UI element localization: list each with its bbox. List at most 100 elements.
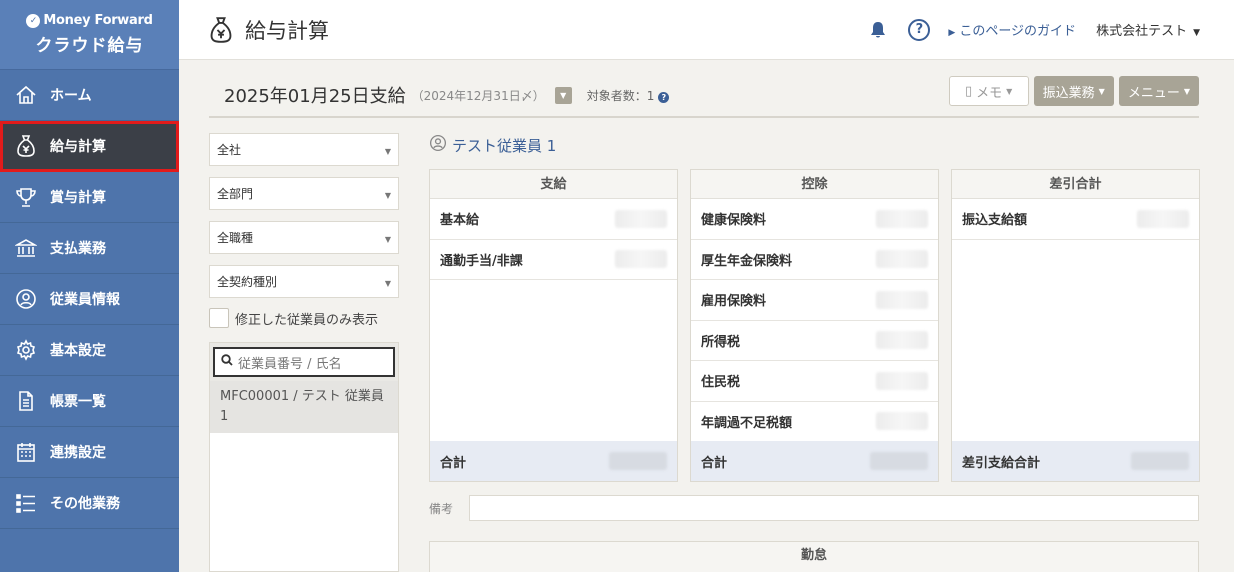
list-icon bbox=[14, 491, 38, 515]
person-icon bbox=[429, 134, 447, 156]
bell-icon[interactable] bbox=[868, 20, 888, 40]
company-select[interactable]: 全社 ▼ bbox=[209, 133, 399, 166]
payment-column: 支給 基本給 通勤手当/非課 合計 bbox=[429, 169, 678, 482]
payment-row[interactable]: 基本給 bbox=[430, 199, 677, 240]
redacted-value bbox=[870, 452, 928, 470]
employee-list-panel: 従業員番号 / 氏名 MFC00001 / テスト 従業員 1 bbox=[209, 342, 399, 572]
redacted-value bbox=[876, 371, 928, 390]
deduction-row[interactable]: 住民税 bbox=[691, 361, 938, 402]
period-dropdown-button[interactable]: ▼ bbox=[554, 86, 572, 104]
redacted-value bbox=[876, 290, 928, 309]
company-menu[interactable]: 株式会社テスト ▼ bbox=[1096, 20, 1200, 39]
job-type-select[interactable]: 全職種 ▼ bbox=[209, 221, 399, 254]
help-icon[interactable]: ? bbox=[908, 18, 931, 41]
net-header: 差引合計 bbox=[952, 170, 1199, 199]
sidebar-item-employees[interactable]: 従業員情報 bbox=[0, 274, 179, 325]
payment-total-row: 合計 bbox=[430, 441, 677, 481]
sidebar-item-label: 給与計算 bbox=[50, 139, 106, 155]
money-forward-logo-icon: ✓ bbox=[26, 13, 41, 28]
sidebar-item-bonus[interactable]: 賞与計算 bbox=[0, 172, 179, 223]
filter-panel: 全社 ▼ 全部門 ▼ 全職種 ▼ 全契約種別 ▼ 修正した従業員のみ表示 従業員番号 /… bbox=[209, 133, 399, 572]
remarks-label: 備考 bbox=[429, 501, 454, 516]
sidebar: ✓ Money Forward クラウド給与 ホーム 給与計算 賞与計算 支払業務… bbox=[0, 0, 179, 572]
caret-down-icon: ▼ bbox=[1193, 28, 1200, 38]
remarks-field: 備考 bbox=[429, 495, 1199, 521]
contract-type-select[interactable]: 全契約種別 ▼ bbox=[209, 265, 399, 298]
employee-name-link[interactable]: テスト従業員 1 bbox=[429, 133, 1199, 157]
sidebar-item-label: 支払業務 bbox=[50, 241, 106, 257]
sidebar-item-label: 帳票一覧 bbox=[50, 394, 106, 410]
person-icon bbox=[14, 287, 38, 311]
caret-down-icon: ▼ bbox=[1006, 86, 1013, 96]
modified-only-filter[interactable]: 修正した従業員のみ表示 bbox=[209, 305, 399, 331]
deduction-row[interactable]: 所得税 bbox=[691, 321, 938, 361]
brand-company: Money Forward bbox=[43, 13, 153, 28]
caret-down-icon: ▼ bbox=[1098, 86, 1105, 96]
sidebar-item-integration[interactable]: 連携設定 bbox=[0, 427, 179, 478]
search-icon bbox=[221, 354, 233, 370]
brand-product: クラウド給与 bbox=[35, 36, 144, 56]
payment-header: 支給 bbox=[430, 170, 677, 199]
employee-list-item[interactable]: MFC00001 / テスト 従業員 1 bbox=[210, 381, 398, 433]
sidebar-item-payroll[interactable]: 給与計算 bbox=[0, 121, 179, 172]
caret-down-icon: ▼ bbox=[1183, 86, 1190, 96]
caret-down-icon: ▼ bbox=[384, 279, 391, 288]
payroll-subheader: 2025年01月25日支給 （2024年12月31日〆） ▼ 対象者数：1? ▯… bbox=[209, 74, 1199, 118]
sidebar-item-settings[interactable]: 基本設定 bbox=[0, 325, 179, 376]
memo-button[interactable]: ▯ メモ ▼ bbox=[948, 76, 1029, 106]
sidebar-item-label: 連携設定 bbox=[50, 445, 106, 461]
department-select[interactable]: 全部門 ▼ bbox=[209, 177, 399, 210]
deduction-row[interactable]: 厚生年金保険料 bbox=[691, 240, 938, 280]
caret-down-icon: ▼ bbox=[384, 235, 391, 244]
triangle-right-icon: ▶ bbox=[948, 28, 956, 38]
redacted-value bbox=[615, 209, 667, 228]
employee-search-input[interactable]: 従業員番号 / 氏名 bbox=[213, 347, 395, 377]
net-column: 差引合計 振込支給額 差引支給合計 bbox=[951, 169, 1200, 482]
redacted-value bbox=[609, 452, 667, 470]
trophy-icon bbox=[14, 185, 38, 209]
sidebar-item-home[interactable]: ホーム bbox=[0, 70, 179, 121]
redacted-value bbox=[876, 209, 928, 228]
redacted-value bbox=[876, 331, 928, 350]
sidebar-item-label: 従業員情報 bbox=[50, 292, 120, 308]
payment-row[interactable]: 通勤手当/非課 bbox=[430, 240, 677, 280]
redacted-value bbox=[615, 250, 667, 269]
net-row[interactable]: 振込支給額 bbox=[952, 199, 1199, 240]
deduction-row[interactable]: 健康保険料 bbox=[691, 199, 938, 240]
pay-date: 2025年01月25日支給 bbox=[224, 86, 406, 107]
money-bag-icon bbox=[207, 15, 235, 45]
top-header: 給与計算 ? ▶ このページのガイド 株式会社テスト ▼ bbox=[179, 0, 1234, 60]
deduction-total-row: 合計 bbox=[691, 441, 938, 481]
home-icon bbox=[14, 83, 38, 107]
deduction-row[interactable]: 雇用保険料 bbox=[691, 280, 938, 321]
page-guide-link[interactable]: ▶ このページのガイド bbox=[948, 20, 1076, 39]
modified-only-checkbox[interactable] bbox=[209, 308, 229, 328]
sidebar-item-label: ホーム bbox=[50, 88, 92, 104]
net-total-row: 差引支給合計 bbox=[952, 441, 1199, 481]
page-title: 給与計算 bbox=[245, 18, 329, 43]
cutoff-date: （2024年12月31日〆） bbox=[411, 88, 545, 103]
sidebar-item-payment[interactable]: 支払業務 bbox=[0, 223, 179, 274]
question-icon[interactable]: ? bbox=[658, 91, 670, 103]
menu-button[interactable]: メニュー ▼ bbox=[1118, 76, 1199, 106]
sidebar-item-label: 基本設定 bbox=[50, 343, 106, 359]
redacted-value bbox=[876, 412, 928, 431]
payroll-detail: テスト従業員 1 支給 基本給 通勤手当/非課 合計 控除 健康保険料 厚生年金… bbox=[429, 133, 1200, 572]
attendance-header: 勤怠 bbox=[429, 541, 1199, 572]
redacted-value bbox=[876, 250, 928, 269]
app-logo[interactable]: ✓ Money Forward クラウド給与 bbox=[0, 0, 179, 70]
transfer-button[interactable]: 振込業務 ▼ bbox=[1033, 76, 1114, 106]
redacted-value bbox=[1131, 452, 1189, 470]
remarks-input[interactable] bbox=[469, 495, 1199, 521]
redacted-value bbox=[1137, 209, 1189, 228]
target-count: 対象者数：1? bbox=[587, 87, 670, 104]
caret-down-icon: ▼ bbox=[384, 191, 391, 200]
sidebar-item-reports[interactable]: 帳票一覧 bbox=[0, 376, 179, 427]
gear-icon bbox=[14, 338, 38, 362]
sidebar-item-other[interactable]: その他業務 bbox=[0, 478, 179, 529]
deduction-row[interactable]: 年調過不足税額 bbox=[691, 402, 938, 442]
deduction-column: 控除 健康保険料 厚生年金保険料 雇用保険料 所得税 住民税 年調過不足税額 合… bbox=[690, 169, 939, 482]
copy-icon: ▯ bbox=[964, 83, 973, 99]
bank-icon bbox=[14, 236, 38, 260]
deduction-header: 控除 bbox=[691, 170, 938, 199]
